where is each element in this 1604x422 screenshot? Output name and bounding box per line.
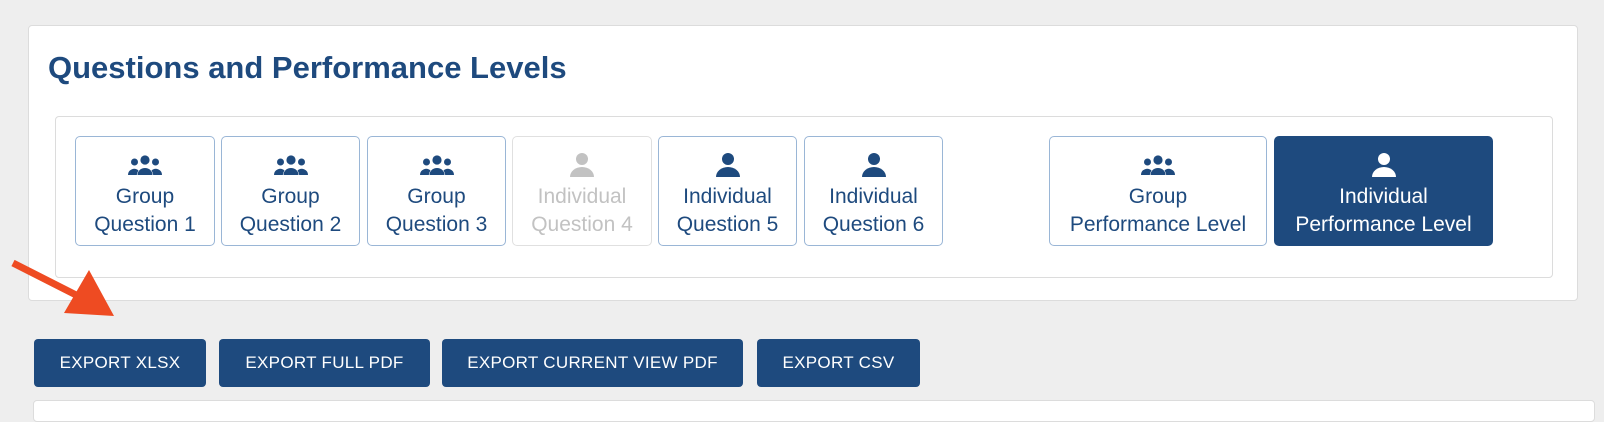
- group-icon: [126, 151, 164, 179]
- group-icon: [418, 151, 456, 179]
- individual-question-6-button[interactable]: Individual Question 6: [804, 136, 943, 246]
- button-label: Individual Question 6: [822, 185, 925, 236]
- button-label: Individual Question 5: [676, 185, 779, 236]
- person-icon: [860, 151, 888, 179]
- group-question-1-button[interactable]: Group Question 1: [75, 136, 215, 246]
- person-icon: [714, 151, 742, 179]
- button-label: Group Question 3: [385, 185, 488, 236]
- individual-performance-level-button[interactable]: Individual Performance Level: [1274, 136, 1493, 246]
- group-performance-level-button[interactable]: Group Performance Level: [1049, 136, 1267, 246]
- group-icon: [1139, 151, 1177, 179]
- person-icon: [568, 151, 596, 179]
- button-label: Individual Question 4: [531, 185, 633, 236]
- button-label: Group Question 1: [94, 185, 196, 236]
- export-full-pdf-button[interactable]: EXPORT FULL PDF: [219, 339, 430, 387]
- button-label: Individual Performance Level: [1295, 185, 1472, 236]
- group-question-3-button[interactable]: Group Question 3: [367, 136, 506, 246]
- individual-question-5-button[interactable]: Individual Question 5: [658, 136, 797, 246]
- button-label: Group Performance Level: [1069, 185, 1247, 236]
- selector-group: Group Question 1 Group Question 2 Group Que…: [55, 116, 1553, 278]
- panel-title: Questions and Performance Levels: [48, 50, 567, 85]
- export-current-view-pdf-button[interactable]: EXPORT CURRENT VIEW PDF: [442, 339, 743, 387]
- person-icon: [1370, 151, 1398, 179]
- results-panel: [33, 400, 1595, 422]
- individual-question-4-button: Individual Question 4: [512, 136, 652, 246]
- export-xlsx-button[interactable]: EXPORT XLSX: [34, 339, 206, 387]
- group-icon: [272, 151, 310, 179]
- button-label: Group Question 2: [239, 185, 342, 236]
- group-question-2-button[interactable]: Group Question 2: [221, 136, 360, 246]
- questions-performance-card: Questions and Performance Levels Group Qu…: [28, 25, 1578, 301]
- annotation-arrow-icon: [11, 259, 114, 316]
- export-csv-button[interactable]: EXPORT CSV: [757, 339, 920, 387]
